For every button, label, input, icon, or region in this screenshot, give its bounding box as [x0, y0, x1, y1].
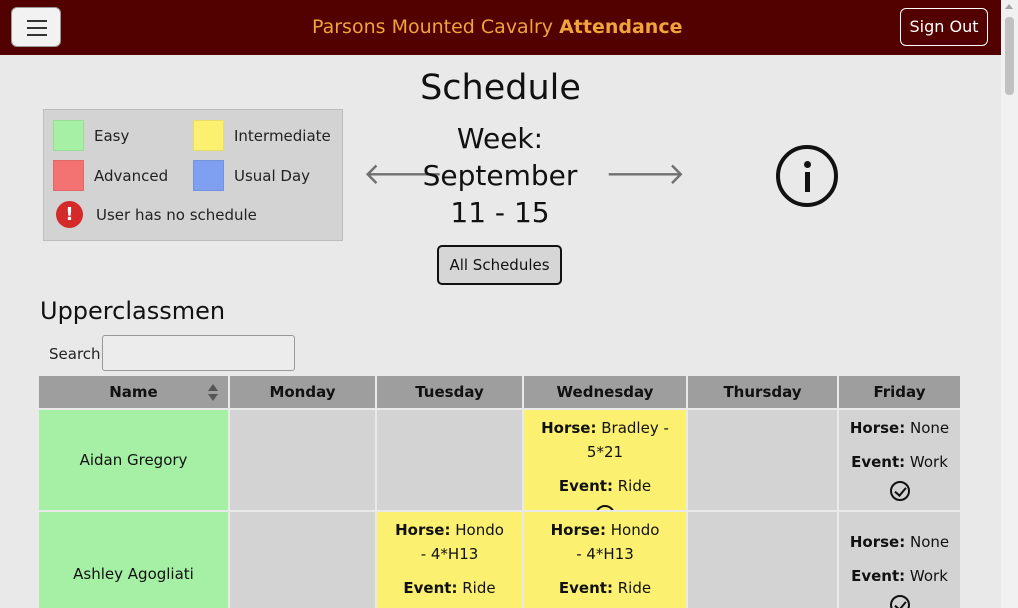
week-label: Week: — [456, 122, 544, 155]
search-input[interactable] — [102, 335, 295, 371]
brand-title[interactable]: Parsons Mounted Cavalry Attendance — [312, 16, 682, 38]
sort-up-icon — [208, 384, 218, 391]
schedule-cell-thursday[interactable] — [688, 512, 839, 608]
horse-line: Horse: Hondo - 4*H13 — [546, 518, 664, 566]
legend-easy-label: Easy — [94, 126, 130, 145]
legend-no-schedule-label: User has no schedule — [96, 205, 257, 224]
schedule-cell-wednesday[interactable]: Horse: Bradley - 5*21 Event: Ride — [524, 410, 688, 512]
schedule-cell-monday[interactable] — [230, 410, 377, 512]
check-circle-icon[interactable] — [889, 481, 910, 501]
intermediate-swatch — [193, 120, 224, 151]
info-icon[interactable] — [776, 145, 838, 207]
column-header-name[interactable]: Name — [39, 376, 230, 410]
name-cell[interactable]: Aidan Gregory — [39, 410, 230, 512]
brand-prefix: Parsons Mounted Cavalry — [312, 16, 554, 38]
legend-easy: Easy — [53, 120, 129, 151]
event-line: Event: Work — [839, 564, 960, 588]
event-line: Event: Ride — [524, 474, 686, 498]
search-label: Search: — [49, 345, 106, 363]
horse-label: Horse: — [541, 419, 597, 437]
horse-line: Horse: None — [839, 530, 960, 554]
page-title: Schedule — [420, 68, 581, 108]
scroll-thumb[interactable] — [1005, 17, 1014, 95]
horse-value: None — [910, 533, 950, 551]
page-scrollbar[interactable] — [1001, 0, 1018, 608]
horse-label: Horse: — [849, 533, 906, 551]
section-title: Upperclassmen — [40, 297, 226, 325]
event-value: Ride — [462, 579, 496, 597]
easy-swatch — [53, 120, 84, 151]
schedule-cell-monday[interactable] — [230, 512, 377, 608]
horse-line: Horse: Bradley - 5*21 — [524, 416, 686, 464]
sort-down-icon — [208, 394, 218, 401]
legend-intermediate: Intermediate — [193, 120, 331, 151]
column-header-label: Name — [109, 383, 158, 401]
hamburger-icon-bar — [27, 34, 47, 36]
week-month: September — [422, 159, 578, 192]
event-label: Event: — [851, 453, 906, 471]
event-label: Event: — [403, 579, 458, 597]
legend-advanced-label: Advanced — [94, 166, 169, 185]
previous-week-arrow-icon[interactable]: 🡐 — [363, 158, 443, 192]
check-circle-icon[interactable] — [595, 505, 615, 510]
usual-day-swatch — [193, 160, 224, 191]
schedule-table: Name Monday Tuesday Wednesday Thursday F… — [39, 376, 960, 608]
event-label: Event: — [558, 579, 613, 597]
sign-out-button[interactable]: Sign Out — [900, 8, 988, 46]
legend-advanced: Advanced — [53, 160, 168, 191]
legend-usual-day: Usual Day — [193, 160, 310, 191]
column-header-friday: Friday — [839, 376, 960, 410]
navbar: Parsons Mounted Cavalry Attendance Sign … — [0, 0, 1001, 55]
hamburger-icon — [27, 20, 47, 22]
horse-line: Horse: Hondo - 4*H13 — [391, 518, 508, 566]
info-icon-dot — [804, 161, 811, 168]
week-range: 11 - 15 — [450, 196, 550, 229]
horse-line: Horse: None — [839, 416, 960, 440]
table-row: Ashley Agogliati Horse: Hondo - 4*H13 Ev… — [39, 512, 960, 608]
horse-label: Horse: — [395, 521, 451, 539]
event-value: Work — [909, 567, 948, 585]
schedule-cell-thursday[interactable] — [688, 410, 839, 512]
legend-intermediate-label: Intermediate — [234, 126, 331, 145]
scroll-up-arrow-icon[interactable] — [1005, 4, 1013, 9]
horse-label: Horse: — [849, 419, 906, 437]
event-label: Event: — [558, 477, 613, 495]
menu-toggle-button[interactable] — [11, 7, 61, 47]
event-line: Event: Work — [839, 450, 960, 474]
schedule-cell-tuesday[interactable] — [377, 410, 524, 512]
next-week-arrow-icon[interactable]: 🡒 — [605, 158, 685, 192]
info-icon-stem — [805, 172, 810, 192]
exclamation-warning-icon: ! — [56, 201, 83, 228]
name-cell[interactable]: Ashley Agogliati — [39, 512, 230, 608]
column-header-wednesday: Wednesday — [524, 376, 688, 410]
event-line: Event: Ride — [546, 576, 664, 600]
schedule-cell-wednesday[interactable]: Horse: Hondo - 4*H13 Event: Ride — [524, 512, 688, 608]
advanced-swatch — [53, 160, 84, 191]
event-value: Work — [909, 453, 948, 471]
horse-label: Horse: — [550, 521, 606, 539]
event-line: Event: Ride — [391, 576, 508, 600]
schedule-cell-tuesday[interactable]: Horse: Hondo - 4*H13 Event: Ride — [377, 512, 524, 608]
sort-icon[interactable] — [208, 384, 218, 402]
column-header-thursday: Thursday — [688, 376, 839, 410]
hamburger-icon-bar — [27, 27, 47, 29]
brand-bold: Attendance — [559, 16, 683, 38]
horse-value: Bradley - 5*21 — [586, 419, 669, 461]
horse-value: None — [910, 419, 950, 437]
week-heading: Week: September 11 - 15 — [405, 120, 595, 231]
table-header-row: Name Monday Tuesday Wednesday Thursday F… — [39, 376, 960, 410]
all-schedules-button[interactable]: All Schedules — [437, 245, 562, 285]
schedule-cell-friday[interactable]: Horse: None Event: Work — [839, 410, 960, 512]
column-header-monday: Monday — [230, 376, 377, 410]
column-header-tuesday: Tuesday — [377, 376, 524, 410]
event-value: Ride — [617, 477, 652, 495]
event-label: Event: — [851, 567, 906, 585]
event-value: Ride — [617, 579, 652, 597]
legend-no-schedule: ! User has no schedule — [54, 201, 257, 228]
schedule-cell-friday[interactable]: Horse: None Event: Work — [839, 512, 960, 608]
legend-usual-day-label: Usual Day — [234, 166, 311, 185]
check-circle-icon[interactable] — [889, 595, 910, 608]
table-row: Aidan Gregory Horse: Bradley - 5*21 Even… — [39, 410, 960, 512]
difficulty-legend: Easy Intermediate Advanced Usual Day ! U… — [43, 109, 343, 241]
